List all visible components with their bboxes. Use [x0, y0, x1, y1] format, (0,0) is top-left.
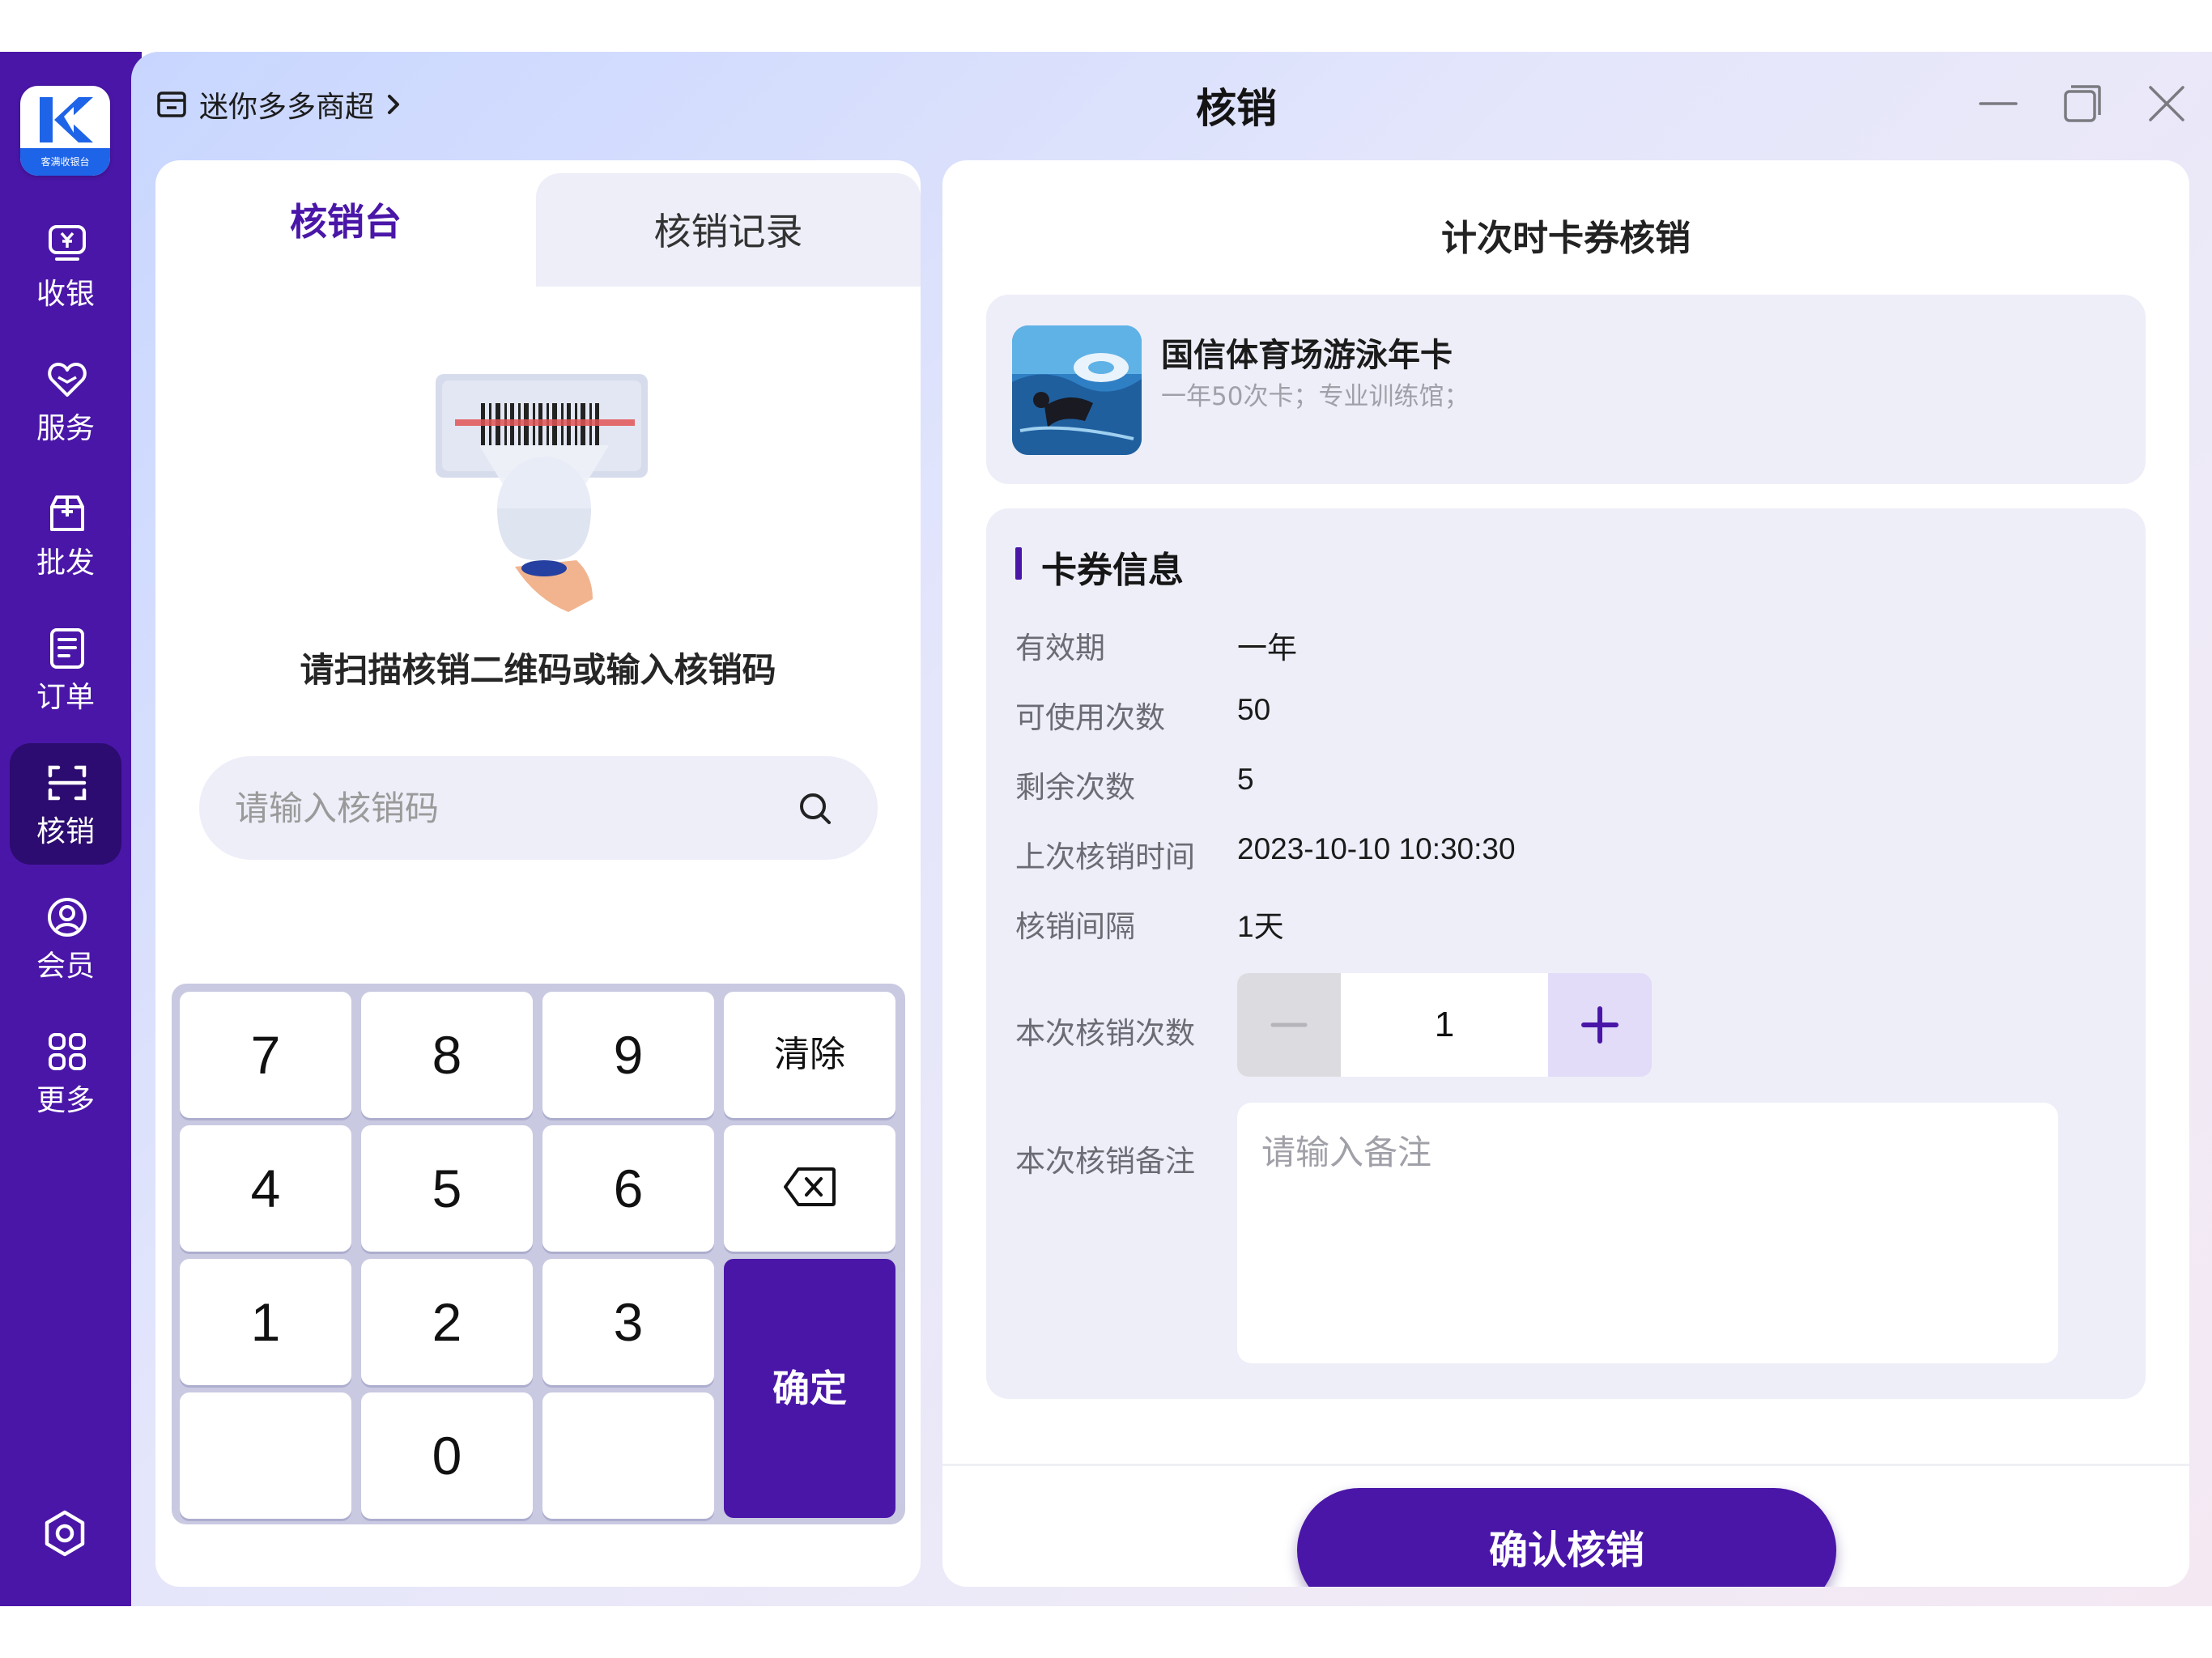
- verify-count-stepper: 1: [1237, 973, 1652, 1077]
- verify-count-value[interactable]: 1: [1341, 973, 1548, 1077]
- app-logo: 客满收银台: [20, 86, 110, 176]
- store-icon: [157, 91, 186, 117]
- remaining-count-value: 5: [1237, 763, 1254, 796]
- validity-label: 有效期: [1015, 631, 1105, 665]
- page-title: 核销: [1196, 85, 1277, 132]
- key-8[interactable]: 8: [361, 992, 533, 1118]
- product-name: 国信体育场游泳年卡: [1161, 337, 1453, 374]
- usable-count-label: 可使用次数: [1015, 700, 1165, 735]
- sidebar-item-label: 会员: [36, 950, 95, 983]
- verify-console-panel: 核销台 核销记录 请扫描核销二维码或输入核销码 请输入核销码 7 8 9 清除 …: [155, 160, 921, 1587]
- panel-title: 计次时卡券核销: [1441, 218, 1691, 259]
- clear-key[interactable]: 清除: [724, 992, 895, 1118]
- increment-button[interactable]: [1548, 973, 1652, 1077]
- section-accent-bar: [1015, 547, 1022, 580]
- verify-interval-value: 1天: [1237, 910, 1284, 943]
- key-1[interactable]: 1: [180, 1259, 351, 1385]
- key-blank-right[interactable]: [542, 1392, 714, 1519]
- sidebar-item-service[interactable]: 服务: [10, 340, 121, 461]
- box-icon: [50, 495, 84, 531]
- product-thumbnail: [1012, 325, 1142, 455]
- minus-icon: [1270, 1022, 1308, 1027]
- last-verify-time-value: 2023-10-10 10:30:30: [1237, 832, 1516, 865]
- key-2[interactable]: 2: [361, 1259, 533, 1385]
- logo-text: 客满收银台: [20, 148, 110, 176]
- sidebar-item-label: 收银: [36, 278, 95, 311]
- tab-verify-records[interactable]: 核销记录: [536, 160, 921, 290]
- settings-icon[interactable]: [40, 1509, 89, 1558]
- backspace-key[interactable]: [724, 1125, 895, 1252]
- scan-hint: 请扫描核销二维码或输入核销码: [300, 650, 776, 690]
- sidebar-item-member[interactable]: 会员: [10, 878, 121, 999]
- remark-label: 本次核销备注: [1015, 1144, 1195, 1179]
- remark-field[interactable]: [1237, 1103, 2058, 1363]
- sidebar-item-label: 批发: [36, 546, 95, 580]
- sidebar-item-label: 服务: [36, 412, 95, 445]
- key-blank-left[interactable]: [180, 1392, 351, 1519]
- verify-code-input[interactable]: [199, 756, 878, 860]
- card-verify-panel: 计次时卡券核销 国信体育场游泳年卡 一年50次卡；专业训练馆； 卡券信息 有效期…: [942, 160, 2189, 1587]
- store-name: 迷你多多商超: [199, 91, 375, 124]
- key-3[interactable]: 3: [542, 1259, 714, 1385]
- chevron-right-icon: [388, 95, 400, 114]
- product-description: 一年50次卡；专业训练馆；: [1161, 382, 1470, 411]
- confirm-verify-button[interactable]: 确认核销: [1297, 1488, 1836, 1587]
- store-breadcrumb[interactable]: 迷你多多商超: [155, 83, 403, 126]
- logo-k-icon: [40, 97, 93, 142]
- product-card: 国信体育场游泳年卡 一年50次卡；专业训练馆；: [986, 295, 2146, 484]
- minimize-icon[interactable]: [1977, 83, 2019, 125]
- close-icon[interactable]: [2146, 83, 2188, 125]
- sidebar-item-label: 订单: [36, 681, 95, 714]
- sidebar-item-orders[interactable]: 订单: [10, 609, 121, 730]
- verify-interval-label: 核销间隔: [1015, 909, 1135, 944]
- order-icon: [50, 628, 84, 669]
- validity-value: 一年: [1237, 631, 1297, 665]
- backspace-icon: [784, 1167, 836, 1206]
- sidebar-item-label: 更多: [36, 1084, 95, 1117]
- keypad-confirm-button[interactable]: 确定: [724, 1259, 895, 1518]
- key-7[interactable]: 7: [180, 992, 351, 1118]
- numeric-keypad: 7 8 9 清除 4 5 6 1 2 3 确定 0: [172, 984, 905, 1524]
- main-area: 迷你多多商超 核销 核销台 核销记录 请扫描核销二维码或输入核销码 请输入核销码…: [131, 52, 2212, 1606]
- usable-count-value: 50: [1237, 693, 1271, 726]
- scan-icon: [48, 765, 87, 801]
- search-icon[interactable]: [795, 789, 836, 829]
- remaining-count-label: 剩余次数: [1015, 770, 1135, 805]
- sidebar-item-cashier[interactable]: 收银: [10, 206, 121, 327]
- sidebar-item-label: 核销: [36, 815, 95, 848]
- sidebar-item-wholesale[interactable]: 批发: [10, 474, 121, 596]
- tab-verify-console[interactable]: 核销台: [155, 160, 536, 290]
- barcode-scanner-illustration: [436, 374, 648, 612]
- grid-icon: [49, 1033, 86, 1070]
- last-verify-time-label: 上次核销时间: [1015, 840, 1195, 874]
- key-5[interactable]: 5: [361, 1125, 533, 1252]
- key-9[interactable]: 9: [542, 992, 714, 1118]
- verify-count-label: 本次核销次数: [1015, 1016, 1195, 1051]
- sidebar: 客满收银台 收银 服务 批发 订单 核销 会员 更多: [0, 52, 142, 1606]
- key-6[interactable]: 6: [542, 1125, 714, 1252]
- divider: [942, 1464, 2189, 1466]
- maximize-icon[interactable]: [2061, 83, 2104, 125]
- app-window: 客满收银台 收银 服务 批发 订单 核销 会员 更多 迷你多多商超 核销 核销台…: [0, 0, 2212, 1658]
- sidebar-item-more[interactable]: 更多: [10, 1012, 121, 1133]
- decrement-button[interactable]: [1237, 973, 1341, 1077]
- cashier-icon: [49, 225, 86, 261]
- member-icon: [48, 898, 87, 937]
- key-4[interactable]: 4: [180, 1125, 351, 1252]
- section-title: 卡券信息: [1041, 550, 1184, 591]
- card-info-section: 卡券信息 有效期 一年 可使用次数 50 剩余次数 5 上次核销时间 2023-…: [986, 508, 2146, 1399]
- heart-icon: [48, 363, 87, 397]
- key-0[interactable]: 0: [361, 1392, 533, 1519]
- sidebar-item-verify[interactable]: 核销: [10, 743, 121, 865]
- plus-icon: [1581, 1006, 1619, 1044]
